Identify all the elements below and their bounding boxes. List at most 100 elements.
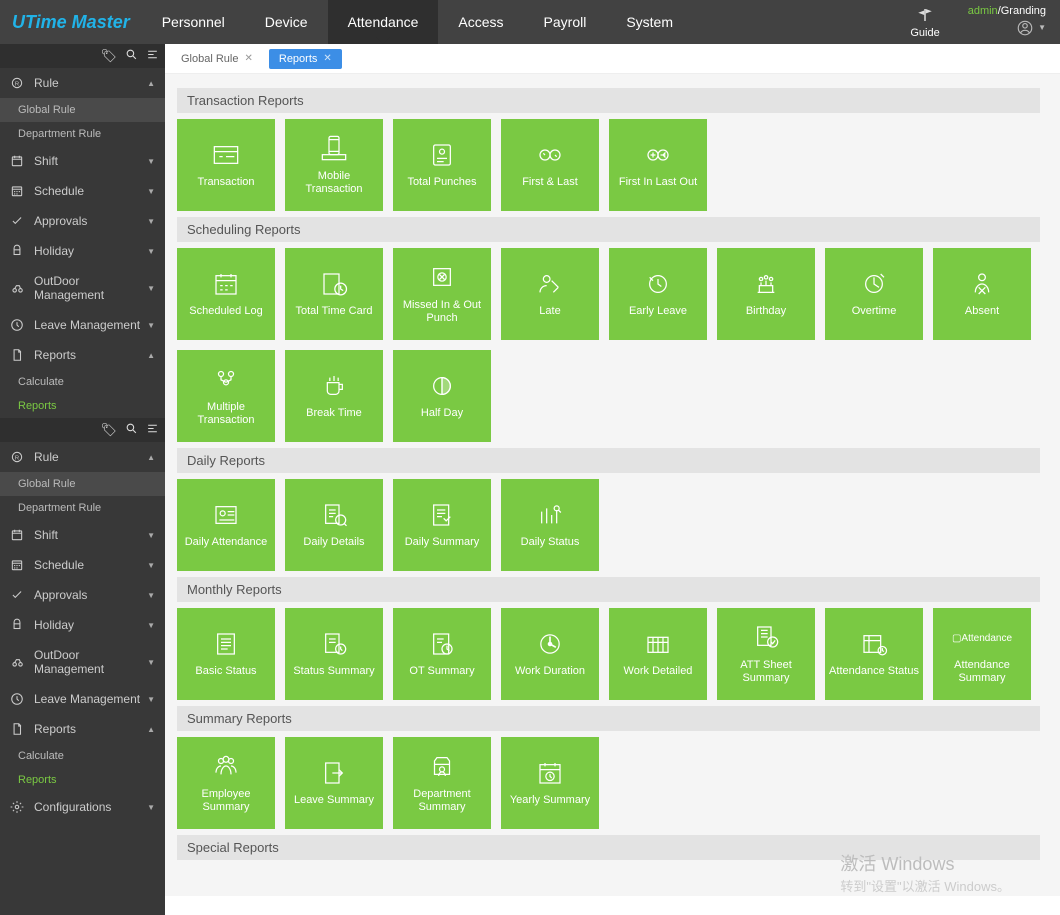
nav-item-access[interactable]: Access — [438, 0, 523, 44]
sidebar-sub-department-rule[interactable]: Department Rule — [0, 496, 165, 520]
card-label: Daily Summary — [405, 536, 480, 549]
sidebar-item-schedule[interactable]: Schedule▼ — [0, 550, 165, 580]
report-card-missed-in-out-punch[interactable]: Missed In & Out Punch — [393, 248, 491, 340]
card-label: Half Day — [421, 407, 463, 420]
collapse-icon[interactable] — [146, 422, 159, 438]
guide-icon — [910, 6, 939, 27]
report-card-daily-summary[interactable]: Daily Summary — [393, 479, 491, 571]
sidebar-item-label: OutDoor Management — [34, 274, 147, 302]
tab-global-rule[interactable]: Global Rule✕ — [171, 49, 263, 69]
firstlast-icon — [533, 140, 567, 173]
nav-item-attendance[interactable]: Attendance — [328, 0, 439, 44]
brand-logo: UTime Master — [0, 12, 142, 33]
sidebar-item-outdoor-management[interactable]: OutDoor Management▼ — [0, 266, 165, 310]
report-card-multiple-transaction[interactable]: Multiple Transaction — [177, 350, 275, 442]
sidebar-item-rule[interactable]: RRule▲ — [0, 442, 165, 472]
sidebar-item-schedule[interactable]: Schedule▼ — [0, 176, 165, 206]
report-card-work-duration[interactable]: Work Duration — [501, 608, 599, 700]
report-card-total-time-card[interactable]: Total Time Card — [285, 248, 383, 340]
report-card-first-in-last-out[interactable]: First In Last Out — [609, 119, 707, 211]
report-card-ot-summary[interactable]: OT Summary — [393, 608, 491, 700]
section-title: Daily Reports — [177, 448, 1040, 473]
dstatus-icon — [533, 500, 567, 533]
sidebar-item-label: Rule — [34, 76, 147, 90]
sidebar-item-approvals[interactable]: Approvals▼ — [0, 580, 165, 610]
report-card-attendance-status[interactable]: Attendance Status — [825, 608, 923, 700]
wdur-icon — [533, 629, 567, 662]
report-card-scheduled-log[interactable]: Scheduled Log — [177, 248, 275, 340]
svg-text:R: R — [15, 455, 19, 461]
report-card-employee-summary[interactable]: Employee Summary — [177, 737, 275, 829]
sidebar-sub-calculate[interactable]: Calculate — [0, 370, 165, 394]
sidebar-item-reports[interactable]: Reports▲ — [0, 714, 165, 744]
tags-icon[interactable]: 🏷 — [100, 48, 117, 64]
report-card-leave-summary[interactable]: Leave Summary — [285, 737, 383, 829]
top-nav: UTime Master PersonnelDeviceAttendanceAc… — [0, 0, 1060, 44]
section-title: Scheduling Reports — [177, 217, 1040, 242]
close-icon[interactable]: ✕ — [244, 53, 252, 64]
sidebar-item-leave-management[interactable]: Leave Management▼ — [0, 310, 165, 340]
sidebar-item-label: Holiday — [34, 244, 147, 258]
report-card-transaction[interactable]: Transaction — [177, 119, 275, 211]
user-menu[interactable]: ▼ — [1016, 19, 1046, 37]
guide-button[interactable]: Guide — [896, 4, 953, 41]
report-card-work-detailed[interactable]: Work Detailed — [609, 608, 707, 700]
sidebar-sub-global-rule[interactable]: Global Rule — [0, 98, 165, 122]
report-card-total-punches[interactable]: Total Punches — [393, 119, 491, 211]
report-card-daily-status[interactable]: Daily Status — [501, 479, 599, 571]
report-card-overtime[interactable]: Overtime — [825, 248, 923, 340]
tab-reports[interactable]: Reports✕ — [269, 49, 342, 69]
sidebar-sub-reports[interactable]: Reports — [0, 394, 165, 418]
user-box[interactable]: admin/Granding ▼ — [954, 5, 1060, 40]
sidebar-sub-global-rule[interactable]: Global Rule — [0, 472, 165, 496]
nav-item-payroll[interactable]: Payroll — [524, 0, 607, 44]
nav-item-device[interactable]: Device — [245, 0, 328, 44]
report-card-att-sheet-summary[interactable]: ATT Sheet Summary — [717, 608, 815, 700]
sidebar-item-holiday[interactable]: Holiday▼ — [0, 610, 165, 640]
sidebar-sub-calculate[interactable]: Calculate — [0, 744, 165, 768]
report-card-late[interactable]: Late — [501, 248, 599, 340]
report-card-half-day[interactable]: Half Day — [393, 350, 491, 442]
sidebar-sub-department-rule[interactable]: Department Rule — [0, 122, 165, 146]
sidebar-item-shift[interactable]: Shift▼ — [0, 520, 165, 550]
report-card-mobile-transaction[interactable]: Mobile Transaction — [285, 119, 383, 211]
report-card-daily-attendance[interactable]: Daily Attendance — [177, 479, 275, 571]
sidebar-item-label: Rule — [34, 450, 147, 464]
report-card-yearly-summary[interactable]: Yearly Summary — [501, 737, 599, 829]
rule-icon: R — [10, 450, 26, 464]
close-icon[interactable]: ✕ — [323, 53, 331, 64]
svg-text:R: R — [15, 81, 19, 87]
early-icon — [641, 269, 675, 302]
report-card-department-summary[interactable]: Department Summary — [393, 737, 491, 829]
nav-item-personnel[interactable]: Personnel — [142, 0, 245, 44]
timecard-icon — [317, 269, 351, 302]
txn-icon — [209, 140, 243, 173]
sidebar-item-outdoor-management[interactable]: OutDoor Management▼ — [0, 640, 165, 684]
nav-item-system[interactable]: System — [606, 0, 693, 44]
sidebar-item-rule[interactable]: RRule▲ — [0, 68, 165, 98]
sidebar-item-configurations[interactable]: Configurations▼ — [0, 792, 165, 822]
report-card-basic-status[interactable]: Basic Status — [177, 608, 275, 700]
report-card-absent[interactable]: Absent — [933, 248, 1031, 340]
collapse-icon[interactable] — [146, 48, 159, 64]
search-icon[interactable] — [125, 48, 138, 64]
sidebar-item-leave-management[interactable]: Leave Management▼ — [0, 684, 165, 714]
report-card-first-last[interactable]: First & Last — [501, 119, 599, 211]
sidebar-item-holiday[interactable]: Holiday▼ — [0, 236, 165, 266]
report-card-daily-details[interactable]: Daily Details — [285, 479, 383, 571]
late-icon — [533, 269, 567, 302]
tags-icon[interactable]: 🏷 — [100, 422, 117, 438]
sidebar-item-shift[interactable]: Shift▼ — [0, 146, 165, 176]
sidebar-sub-reports[interactable]: Reports — [0, 768, 165, 792]
filo-icon — [641, 140, 675, 173]
report-card-break-time[interactable]: Break Time — [285, 350, 383, 442]
sidebar-item-approvals[interactable]: Approvals▼ — [0, 206, 165, 236]
search-icon[interactable] — [125, 422, 138, 438]
sidebar-item-reports[interactable]: Reports▲ — [0, 340, 165, 370]
report-card-status-summary[interactable]: Status Summary — [285, 608, 383, 700]
report-card-early-leave[interactable]: Early Leave — [609, 248, 707, 340]
sidebar-item-label: Reports — [34, 348, 147, 362]
report-card-birthday[interactable]: Birthday — [717, 248, 815, 340]
sidebar-item-label: Holiday — [34, 618, 147, 632]
report-card-attendance-summary[interactable]: ▢AttendanceAttendance Summary — [933, 608, 1031, 700]
